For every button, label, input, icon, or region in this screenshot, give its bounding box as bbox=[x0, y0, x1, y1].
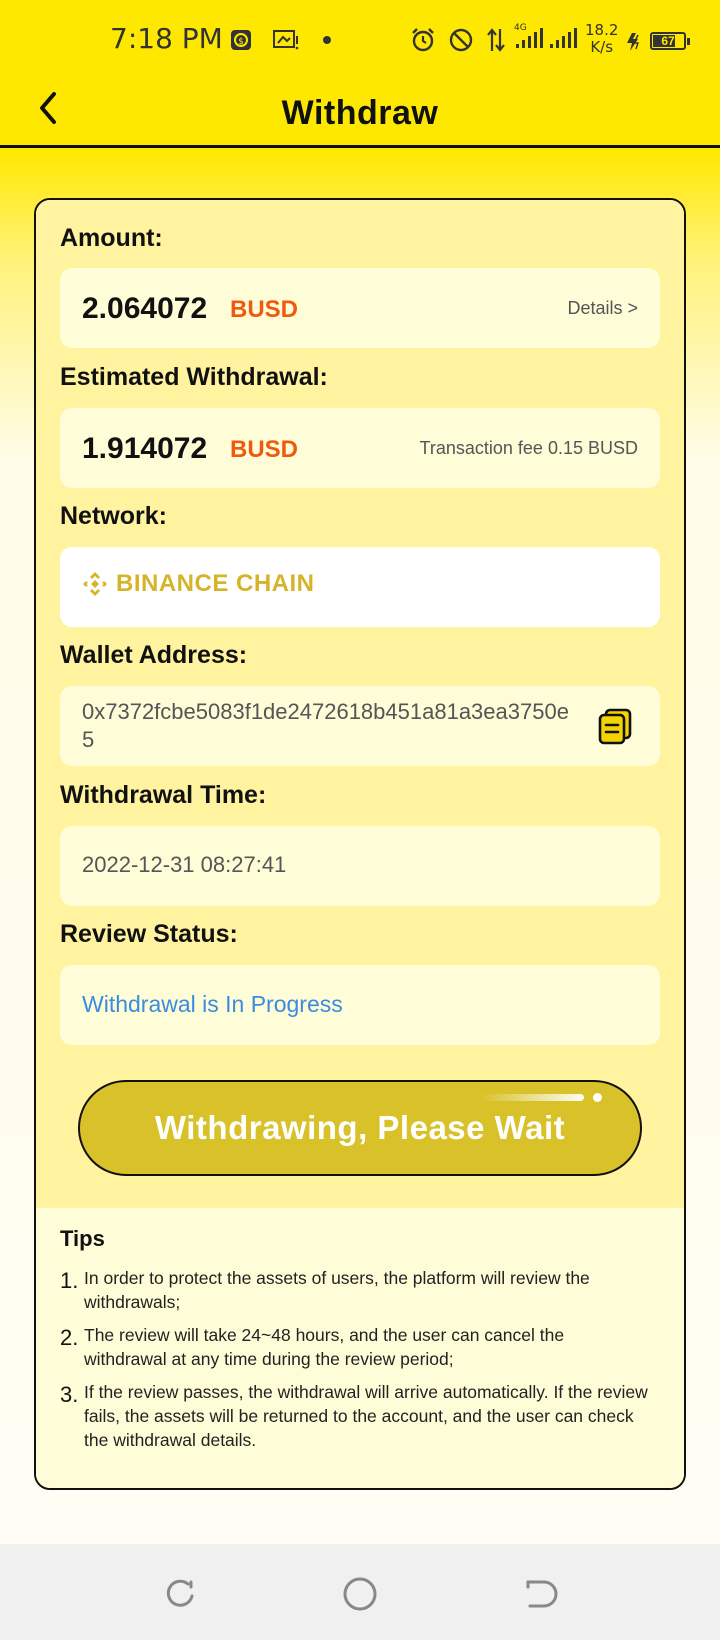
do-not-disturb-icon bbox=[448, 28, 474, 52]
tips-title: Tips bbox=[60, 1226, 105, 1251]
tip-number: 2. bbox=[60, 1325, 79, 1350]
network-box: BINANCE CHAIN bbox=[60, 547, 660, 627]
recent-apps-icon bbox=[166, 1579, 194, 1607]
review-status-box: Withdrawal is In Progress bbox=[60, 965, 660, 1045]
amount-label: Amount: bbox=[60, 224, 163, 252]
signal-icon: 4G bbox=[512, 23, 546, 48]
withdrawing-button-label: Withdrawing, Please Wait bbox=[154, 1109, 566, 1146]
button-shine-dot bbox=[593, 1093, 602, 1102]
app-notification-icon: $ bbox=[230, 28, 252, 52]
binance-logo-icon bbox=[83, 572, 107, 596]
network-value: BINANCE CHAIN bbox=[116, 570, 315, 597]
button-shine bbox=[480, 1094, 584, 1101]
home-button[interactable] bbox=[340, 1574, 380, 1614]
transaction-fee: Transaction fee 0.15 BUSD bbox=[419, 438, 638, 458]
wallet-label: Wallet Address: bbox=[60, 641, 248, 669]
review-status-value: Withdrawal is In Progress bbox=[82, 991, 343, 1017]
tip-number: 1. bbox=[60, 1268, 79, 1293]
estimated-value: 1.914072 bbox=[82, 432, 208, 465]
page-title: Withdraw bbox=[281, 94, 439, 132]
svg-text:4G: 4G bbox=[514, 23, 527, 33]
tip-text: The review will take 24~48 hours, and th… bbox=[84, 1325, 565, 1369]
system-nav-bar bbox=[0, 1544, 720, 1640]
binance-chain: BINANCE CHAIN bbox=[80, 569, 315, 599]
estimated-label: Estimated Withdrawal: bbox=[60, 363, 328, 391]
status-bar: 7:18 PM $ 4G 18.2 K/s 67 bbox=[0, 0, 720, 80]
wallet-box: 0x7372fcbe5083f1de2472618b451a81a3ea3750… bbox=[60, 686, 660, 766]
withdraw-card: Amount: 2.064072 BUSD Details > Estimate… bbox=[34, 198, 686, 1490]
estimated-box: 1.914072 BUSD Transaction fee 0.15 BUSD bbox=[60, 408, 660, 488]
dot-icon bbox=[322, 28, 332, 52]
withdrawal-time-box: 2022-12-31 08:27:41 bbox=[60, 826, 660, 906]
estimated-currency: BUSD bbox=[230, 436, 299, 463]
back-nav-icon bbox=[526, 1580, 558, 1608]
header: Withdraw bbox=[0, 80, 720, 148]
net-speed-unit: K/s bbox=[590, 38, 614, 56]
svg-text:$: $ bbox=[238, 37, 244, 47]
review-status-label: Review Status: bbox=[60, 920, 238, 948]
home-icon bbox=[343, 1577, 377, 1611]
amount-value: 2.064072 bbox=[82, 292, 208, 325]
signal-icon bbox=[548, 24, 578, 48]
alarm-icon bbox=[410, 28, 436, 52]
details-link[interactable]: Details > bbox=[567, 298, 638, 319]
tips-section: Tips 1. In order to protect the assets o… bbox=[36, 1208, 684, 1488]
withdrawing-button[interactable]: Withdrawing, Please Wait bbox=[78, 1080, 642, 1176]
tip-item: 1. In order to protect the assets of use… bbox=[60, 1266, 650, 1314]
tip-item: 2. The review will take 24~48 hours, and… bbox=[60, 1323, 650, 1371]
net-speed-value: 18.2 bbox=[585, 21, 619, 39]
battery-level: 67 bbox=[661, 34, 675, 48]
tip-item: 3. If the review passes, the withdrawal … bbox=[60, 1380, 650, 1452]
status-time: 7:18 PM bbox=[110, 22, 223, 55]
data-transfer-icon bbox=[486, 28, 506, 52]
withdraw-details: Amount: 2.064072 BUSD Details > Estimate… bbox=[36, 200, 684, 1208]
tip-number: 3. bbox=[60, 1382, 79, 1407]
amount-box: 2.064072 BUSD Details > bbox=[60, 268, 660, 348]
back-nav-button[interactable] bbox=[520, 1574, 560, 1614]
screenshot-icon bbox=[272, 28, 300, 52]
tip-text: In order to protect the assets of users,… bbox=[84, 1268, 590, 1312]
battery-icon: 67 bbox=[650, 32, 690, 50]
recent-apps-button[interactable] bbox=[160, 1574, 200, 1614]
network-label: Network: bbox=[60, 502, 167, 530]
copy-icon bbox=[598, 708, 632, 745]
tip-text: If the review passes, the withdrawal wil… bbox=[84, 1382, 648, 1450]
net-speed: 18.2 K/s bbox=[585, 22, 618, 56]
withdrawal-time-value: 2022-12-31 08:27:41 bbox=[82, 852, 287, 877]
wallet-address: 0x7372fcbe5083f1de2472618b451a81a3ea3750… bbox=[82, 699, 569, 752]
amount-currency: BUSD bbox=[230, 296, 299, 323]
copy-button[interactable] bbox=[596, 706, 636, 746]
charging-icon bbox=[624, 30, 644, 54]
withdrawal-time-label: Withdrawal Time: bbox=[60, 781, 267, 809]
